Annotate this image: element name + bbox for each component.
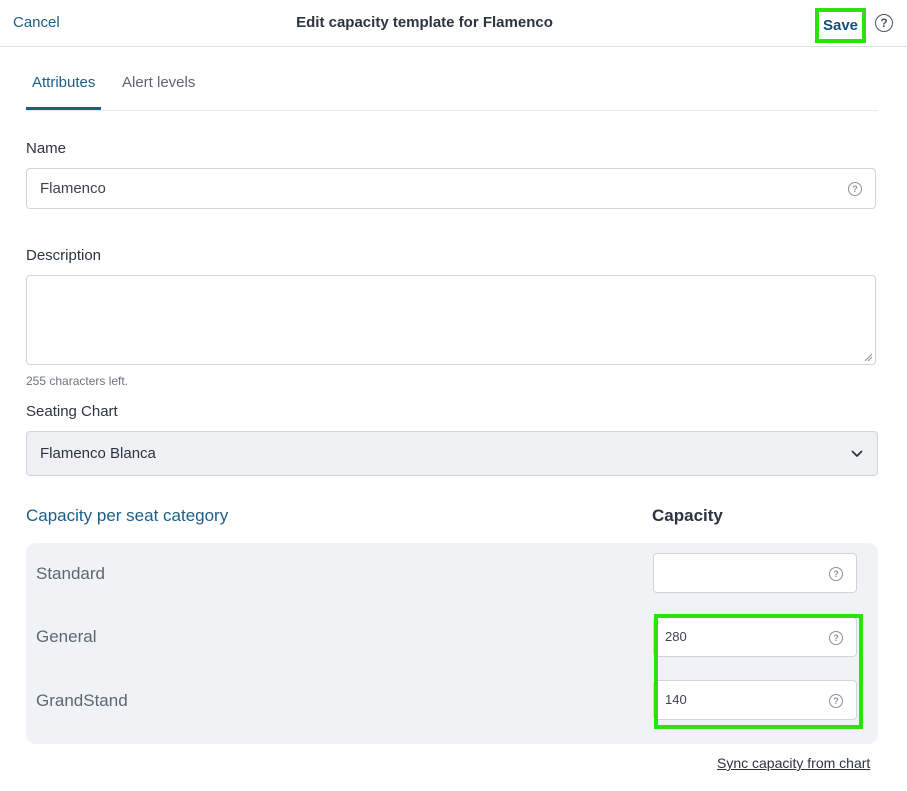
- help-icon-glyph: ?: [880, 16, 888, 30]
- chevron-down-icon: [851, 450, 863, 457]
- capacity-input-grandstand[interactable]: 140 ?: [653, 680, 857, 720]
- active-tab-indicator: [26, 107, 101, 110]
- seating-chart-value: Flamenco Blanca: [40, 445, 156, 462]
- sync-capacity-link[interactable]: Sync capacity from chart: [717, 755, 870, 771]
- save-button[interactable]: Save: [815, 8, 866, 43]
- edit-capacity-template-page: Cancel Edit capacity template for Flamen…: [0, 0, 907, 791]
- grandstand-help-icon[interactable]: ?: [829, 694, 843, 708]
- capacity-value-grandstand: 140: [665, 692, 687, 707]
- name-help-icon[interactable]: ?: [848, 182, 862, 196]
- name-input-value: Flamenco: [40, 180, 106, 197]
- general-help-icon[interactable]: ?: [829, 631, 843, 645]
- category-name-grandstand: GrandStand: [36, 691, 128, 710]
- capacity-section-title: Capacity per seat category: [26, 506, 229, 525]
- description-textarea[interactable]: [26, 275, 876, 365]
- tab-attributes[interactable]: Attributes: [32, 74, 95, 91]
- capacity-value-general: 280: [665, 629, 687, 644]
- help-icon[interactable]: ?: [875, 14, 893, 32]
- seating-chart-select[interactable]: Flamenco Blanca: [26, 431, 878, 476]
- capacity-column-header: Capacity: [652, 506, 723, 525]
- standard-help-icon[interactable]: ?: [829, 567, 843, 581]
- save-button-label: Save: [822, 17, 859, 34]
- capacity-input-general[interactable]: 280 ?: [653, 617, 857, 657]
- category-name-standard: Standard: [36, 564, 105, 583]
- capacity-input-standard[interactable]: ?: [653, 553, 857, 593]
- description-label: Description: [26, 247, 102, 264]
- resize-handle-icon[interactable]: [864, 353, 872, 361]
- seating-chart-label: Seating Chart: [26, 403, 118, 420]
- name-label: Name: [26, 140, 67, 157]
- tab-bar: Attributes Alert levels: [26, 60, 878, 111]
- category-name-general: General: [36, 627, 97, 646]
- name-input[interactable]: Flamenco ?: [26, 168, 876, 209]
- characters-left-hint: 255 characters left.: [26, 374, 129, 388]
- top-bar: Cancel Edit capacity template for Flamen…: [0, 0, 907, 47]
- page-title: Edit capacity template for Flamenco: [296, 14, 553, 31]
- tab-alert-levels[interactable]: Alert levels: [122, 74, 195, 91]
